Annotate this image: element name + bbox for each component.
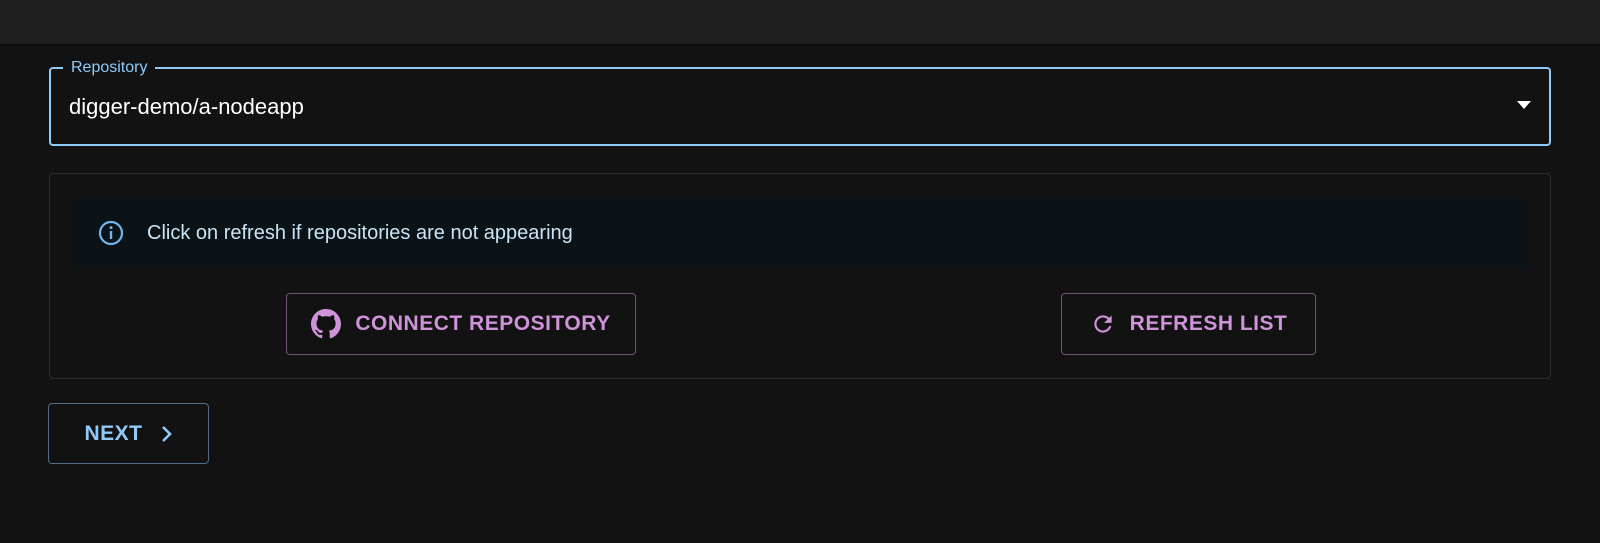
info-alert: Click on refresh if repositories are not… xyxy=(72,197,1529,269)
info-icon xyxy=(98,220,124,246)
repository-select[interactable]: Repository digger-demo/a-nodeapp xyxy=(49,58,1551,146)
connect-repository-label: CONNECT REPOSITORY xyxy=(355,312,611,335)
top-app-bar xyxy=(0,0,1600,45)
chevron-right-icon xyxy=(161,425,173,443)
refresh-icon xyxy=(1090,311,1116,337)
next-button[interactable]: NEXT xyxy=(48,403,209,464)
repository-select-value: digger-demo/a-nodeapp xyxy=(69,94,304,119)
repository-select-label: Repository xyxy=(63,58,156,78)
refresh-list-button[interactable]: REFRESH LIST xyxy=(1061,293,1316,355)
next-label: NEXT xyxy=(84,421,143,445)
info-alert-message: Click on refresh if repositories are not… xyxy=(147,222,573,244)
caret-down-icon[interactable] xyxy=(1517,101,1531,109)
github-icon xyxy=(311,309,342,339)
repository-actions-panel: Click on refresh if repositories are not… xyxy=(49,173,1551,379)
refresh-list-label: REFRESH LIST xyxy=(1129,312,1288,335)
connect-repository-button[interactable]: CONNECT REPOSITORY xyxy=(286,293,636,355)
